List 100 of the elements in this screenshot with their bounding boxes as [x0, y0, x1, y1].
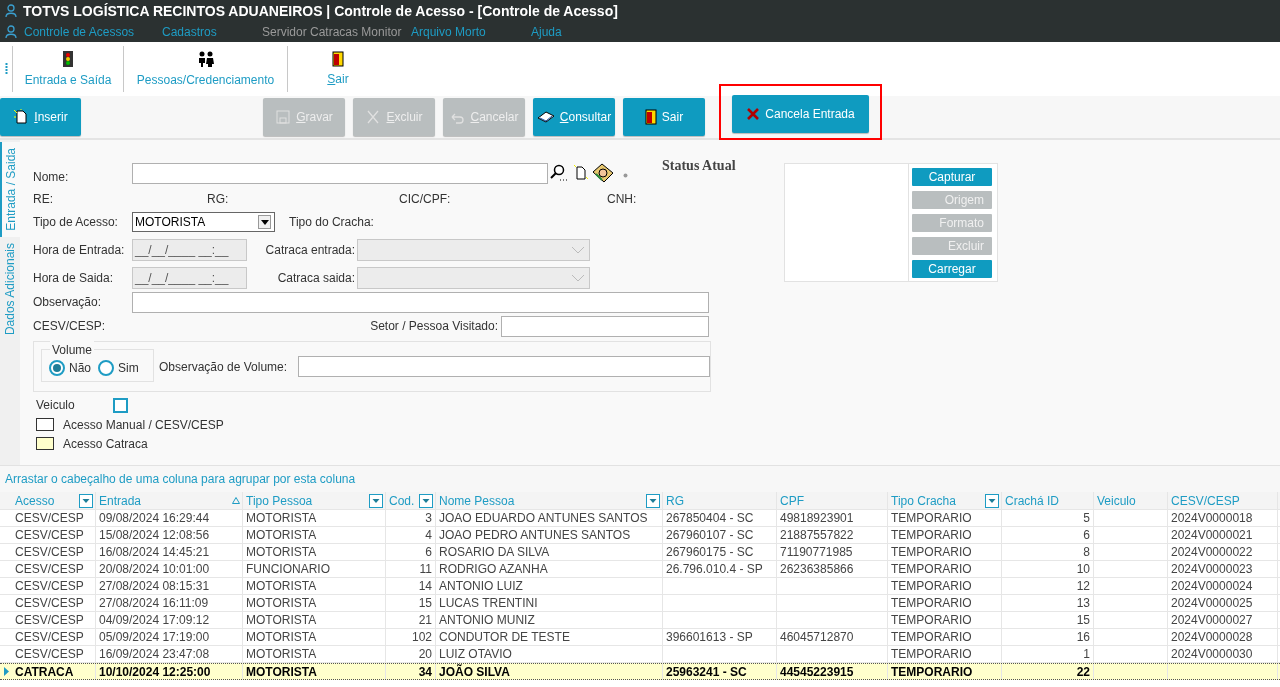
table-cell-text: 2024V0000027 [1171, 612, 1253, 629]
observation-field[interactable] [132, 291, 709, 313]
filter-dropdown-icon[interactable] [646, 493, 660, 508]
volume-observation-field[interactable] [298, 356, 710, 377]
table-cell-text: CESV/CESP [15, 561, 84, 578]
ribbon-button[interactable]: Entrada e Saída [13, 46, 123, 92]
grip-icon[interactable] [4, 62, 8, 76]
table-cell-text: 2024V0000030 [1171, 646, 1253, 663]
table-cell-text: 2024V0000022 [1171, 544, 1253, 561]
ribbon-button[interactable]: Pessoas/Credenciamento [124, 46, 287, 92]
table-cell-text: 6 [425, 544, 432, 561]
menu-item[interactable]: Cadastros [162, 23, 262, 41]
sort-ascending-icon[interactable] [232, 497, 240, 504]
filter-dropdown-icon[interactable] [419, 493, 433, 508]
column-header[interactable]: CESV/CESP [1168, 492, 1278, 509]
field-label: Hora de Entrada: [33, 242, 126, 259]
table-cell-text: 16/09/2024 23:47:08 [99, 646, 210, 663]
table-cell-text: JOAO EDUARDO ANTUNES SANTOS [439, 510, 648, 527]
dot-icon [623, 172, 628, 178]
table-cell-text: CESV/CESP [15, 578, 84, 595]
table-cell-text: LUIZ OTAVIO [439, 646, 512, 663]
table-cell-text: 2024V0000028 [1171, 629, 1253, 646]
side-tab[interactable]: Entrada / Saida [0, 142, 20, 237]
filter-dropdown-icon[interactable] [369, 493, 383, 508]
table-cell-text: MOTORISTA [246, 629, 317, 646]
column-header[interactable]: RG [663, 492, 777, 509]
table-cell-text: 27/08/2024 16:11:09 [99, 595, 209, 612]
table-row[interactable]: CESV/CESP 05/09/2024 17:19:00 MOTORISTA 102 CONDUTOR DE TESTE 396601613 - SP 46045712870 TEMPORARIO 16 2024V0000028 [0, 629, 1280, 646]
table-cell-text: 11 [419, 561, 432, 578]
table-cell-text: CESV/CESP [15, 595, 84, 612]
table-cell-text: 49818923901 [780, 510, 854, 527]
chevron-down-icon [571, 274, 585, 282]
table-cell-text: 2024V0000021 [1171, 527, 1253, 544]
table-cell-text: 04/09/2024 17:09:12 [99, 612, 210, 629]
column-header[interactable]: Acesso [12, 492, 96, 509]
table-cell-text: 16/08/2024 14:45:21 [99, 544, 210, 561]
search-icon[interactable] [550, 164, 568, 182]
id-card-icon[interactable] [592, 163, 614, 183]
table-cell-text: 34 [418, 663, 432, 681]
table-row[interactable]: CESV/CESP 09/08/2024 16:29:44 MOTORISTA 3 JOAO EDUARDO ANTUNES SANTOS 267850404 - SC 49818923901 TEMPORARIO 5 2024V0000018 [0, 510, 1280, 527]
field-label: Observação: [33, 294, 103, 311]
radio-button[interactable] [98, 359, 114, 376]
column-header[interactable]: Veiculo [1094, 492, 1168, 509]
table-cell-text: 10 [1076, 561, 1090, 578]
table-row[interactable]: CESV/CESP 27/08/2024 08:15:31 MOTORISTA 14 ANTONIO LUIZ TEMPORARIO 12 2024V0000024 [0, 578, 1280, 595]
table-row[interactable]: CESV/CESP 20/08/2024 10:01:00 FUNCIONARIO 11 RODRIGO AZANHA 26.796.010.4 - SP 26236385866 TEMPORARIO 10 2024V0000023 [0, 561, 1280, 578]
table-cell-text: 15 [1076, 612, 1090, 629]
menu-item[interactable]: Ajuda [531, 23, 562, 41]
menu-item[interactable]: Arquivo Morto [411, 23, 531, 41]
table-cell-text: 25963241 - SC [666, 663, 747, 681]
table-cell-text: 8 [1083, 544, 1090, 561]
toolbar-button[interactable]: Consultar [533, 98, 615, 136]
new-document-icon[interactable] [574, 165, 588, 181]
field-label: Catraca saida: [276, 270, 356, 287]
group-hint: Arrastar o cabeçalho de uma coluna para agrupar por esta coluna [5, 471, 356, 488]
column-header[interactable]: CPF [777, 492, 888, 509]
people-icon [196, 49, 215, 68]
access-type-dropdown[interactable]: MOTORISTA [132, 212, 275, 232]
chevron-down-icon [571, 246, 585, 254]
vehicle-checkbox[interactable] [113, 397, 128, 413]
column-header[interactable]: Cod. [386, 492, 436, 509]
table-cell-text: 46045712870 [780, 629, 854, 646]
table-cell-text: CESV/CESP [15, 510, 84, 527]
door-icon [332, 50, 344, 67]
column-header[interactable]: Nome Pessoa [436, 492, 663, 509]
column-header[interactable]: Tipo Pessoa [243, 492, 386, 509]
column-header[interactable]: Crachá ID [1002, 492, 1094, 509]
table-cell-text: ROSARIO DA SILVA [439, 544, 550, 561]
ribbon-button[interactable]: Sair [288, 46, 388, 92]
table-cell-text: MOTORISTA [246, 510, 317, 527]
table-cell-text: TEMPORARIO [891, 544, 972, 561]
column-header[interactable]: Entrada [96, 492, 243, 509]
radio-option[interactable]: Não [49, 358, 91, 377]
table-row[interactable]: CESV/CESP 04/09/2024 17:09:12 MOTORISTA 21 ANTONIO MUNIZ TEMPORARIO 15 2024V0000027 [0, 612, 1280, 629]
table-row[interactable]: CESV/CESP 16/08/2024 14:45:21 MOTORISTA 6 ROSARIO DA SILVA 267960175 - SC 71190771985 TEMPORARIO 8 2024V0000022 [0, 544, 1280, 561]
radio-button[interactable] [49, 359, 65, 376]
photo-button[interactable]: Carregar [912, 260, 992, 278]
table-row[interactable]: CESV/CESP 15/08/2024 12:08:56 MOTORISTA 4 JOAO PEDRO ANTUNES SANTOS 267960107 - SC 21887557822 TEMPORARIO 6 2024V0000021 [0, 527, 1280, 544]
visited-field[interactable] [501, 315, 709, 337]
field-label: CIC/CPF: [399, 191, 452, 208]
column-header[interactable]: Tipo Cracha [888, 492, 1002, 509]
table-cell-text: FUNCIONARIO [246, 561, 330, 578]
table-cell-text: JOAO PEDRO ANTUNES SANTOS [439, 527, 631, 544]
toolbar-button[interactable]: Sair [623, 98, 705, 136]
table-cell-text: 09/08/2024 16:29:44 [99, 510, 210, 527]
table-cell-text: 5 [1083, 510, 1090, 527]
menu-item[interactable]: Controle de Acessos [24, 23, 162, 41]
toolbar-button[interactable]: Inserir [0, 98, 81, 136]
filter-dropdown-icon[interactable] [79, 493, 93, 508]
field-label: Tipo de Acesso: [33, 214, 119, 231]
photo-button[interactable]: Capturar [912, 168, 992, 186]
table-row[interactable]: CESV/CESP 27/08/2024 16:11:09 MOTORISTA 15 LUCAS TRENTINI TEMPORARIO 13 2024V0000025 [0, 595, 1280, 612]
table-row[interactable]: CATRACA 10/10/2024 12:25:00 MOTORISTA 34 JOÃO SILVA 25963241 - SC 44545223915 TEMPORARIO 22 [0, 663, 1280, 680]
table-cell-text: 16 [1076, 629, 1090, 646]
filter-dropdown-icon[interactable] [985, 493, 999, 508]
name-field[interactable] [132, 162, 548, 184]
toolbar-button[interactable]: Cancela Entrada [732, 95, 869, 133]
field-label: Hora de Saida: [33, 270, 115, 287]
table-cell-text: CONDUTOR DE TESTE [439, 629, 570, 646]
radio-option[interactable]: Sim [98, 358, 139, 377]
